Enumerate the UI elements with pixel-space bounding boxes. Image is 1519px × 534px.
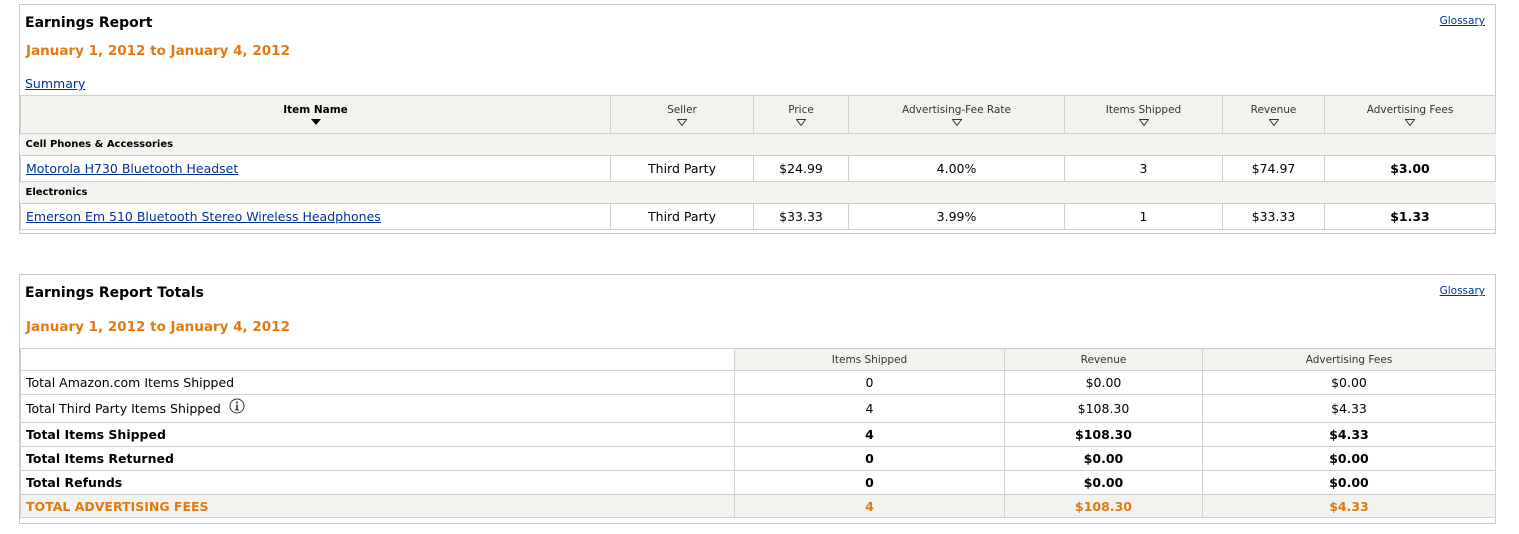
column-header-items-shipped[interactable]: Items Shipped [1064,95,1223,134]
totals-revenue-cell: $0.00 [1004,470,1203,495]
totals-items-shipped-cell: 4 [734,422,1005,447]
totals-row-advertising-fees: TOTAL ADVERTISING FEES 4 $108.30 $4.33 [20,494,1496,518]
column-header-item-name[interactable]: Item Name [20,95,611,134]
column-header-seller[interactable]: Seller [610,95,754,134]
column-header-revenue[interactable]: Revenue [1222,95,1325,134]
totals-advertising-fees-cell: $4.33 [1202,394,1496,423]
totals-row-label: Total Amazon.com Items Shipped [20,370,735,395]
totals-revenue-cell: $108.30 [1004,394,1203,423]
column-label: Item Name [283,104,348,116]
totals-column-items-shipped: Items Shipped [734,348,1005,371]
totals-header-row: Items Shipped Revenue Advertising Fees [20,348,1496,371]
earnings-table: Item Name Seller Price Advertising-Fee R… [20,95,1496,230]
totals-items-shipped-cell: 4 [734,394,1005,423]
totals-revenue-cell: $0.00 [1004,370,1203,395]
sort-desc-outline-icon [1268,118,1279,126]
seller-cell: Third Party [610,155,754,182]
sort-desc-filled-icon [310,119,321,125]
totals-items-shipped-cell: 4 [734,494,1005,518]
totals-row-items-shipped: Total Items Shipped 4 $108.30 $4.33 [20,422,1496,447]
column-label: Revenue [1250,103,1297,116]
totals-advertising-fees-cell: $0.00 [1202,470,1496,495]
totals-column-revenue: Revenue [1004,348,1203,371]
sort-desc-outline-icon [796,118,806,126]
totals-row-refunds: Total Refunds 0 $0.00 $0.00 [20,470,1496,495]
column-label: Advertising Fees [1366,103,1454,116]
totals-date-range: January 1, 2012 to January 4, 2012 [26,319,290,335]
table-row: Emerson Em 510 Bluetooth Stereo Wireless… [20,203,1496,230]
totals-row-label: TOTAL ADVERTISING FEES [20,494,735,518]
totals-header-blank [20,348,735,371]
totals-row-third-party-items: Total Third Party Items Shipped 4 $108.3… [20,394,1496,423]
column-label: Price [788,103,814,116]
totals-row-label: Total Refunds [20,470,735,495]
items-shipped-cell: 3 [1064,155,1223,182]
totals-items-shipped-cell: 0 [734,446,1005,471]
category-label: Electronics [20,181,1496,204]
totals-row-label: Total Items Shipped [20,422,735,447]
report-title: Earnings Report [25,15,153,31]
report-glossary-link[interactable]: Glossary [1440,15,1485,27]
category-row: Electronics [20,181,1496,204]
table-row: Motorola H730 Bluetooth Headset Third Pa… [20,155,1496,182]
totals-row-amazon-items: Total Amazon.com Items Shipped 0 $0.00 $… [20,370,1496,395]
category-row: Cell Phones & Accessories [20,133,1496,156]
totals-row-items-returned: Total Items Returned 0 $0.00 $0.00 [20,446,1496,471]
sort-desc-outline-icon [1405,118,1415,126]
totals-items-shipped-cell: 0 [734,470,1005,495]
earnings-totals-panel: Earnings Report Totals Glossary January … [19,274,1496,524]
table-header-row: Item Name Seller Price Advertising-Fee R… [20,95,1496,134]
totals-advertising-fees-cell: $0.00 [1202,370,1496,395]
fee-rate-cell: 4.00% [848,155,1065,182]
revenue-cell: $33.33 [1222,203,1325,230]
price-cell: $33.33 [753,203,849,230]
totals-title: Earnings Report Totals [25,285,204,301]
revenue-cell: $74.97 [1222,155,1325,182]
item-name-link[interactable]: Emerson Em 510 Bluetooth Stereo Wireless… [26,209,381,224]
totals-advertising-fees-cell: $4.33 [1202,422,1496,447]
advertising-fees-cell: $1.33 [1324,203,1496,230]
column-header-price[interactable]: Price [753,95,849,134]
item-name-cell: Motorola H730 Bluetooth Headset [20,155,611,182]
item-name-cell: Emerson Em 510 Bluetooth Stereo Wireless… [20,203,611,230]
totals-revenue-cell: $108.30 [1004,422,1203,447]
totals-advertising-fees-cell: $0.00 [1202,446,1496,471]
fee-rate-cell: 3.99% [848,203,1065,230]
info-icon[interactable] [229,398,245,417]
column-label: Seller [667,103,697,116]
column-label: Items Shipped [1105,103,1182,116]
price-cell: $24.99 [753,155,849,182]
column-header-advertising-fees[interactable]: Advertising Fees [1324,95,1496,134]
totals-row-label: Total Items Returned [20,446,735,471]
totals-row-label-cell: Total Third Party Items Shipped [20,394,735,423]
totals-column-advertising-fees: Advertising Fees [1202,348,1496,371]
column-header-fee-rate[interactable]: Advertising-Fee Rate [848,95,1065,134]
seller-cell: Third Party [610,203,754,230]
totals-table: Items Shipped Revenue Advertising Fees T… [20,348,1496,518]
items-shipped-cell: 1 [1064,203,1223,230]
totals-revenue-cell: $0.00 [1004,446,1203,471]
sort-desc-outline-icon [1138,118,1149,126]
earnings-report-panel: Earnings Report Glossary January 1, 2012… [19,4,1496,234]
sort-desc-outline-icon [951,118,962,126]
totals-advertising-fees-cell: $4.33 [1202,494,1496,518]
summary-link[interactable]: Summary [25,76,85,91]
category-label: Cell Phones & Accessories [20,133,1496,156]
sort-desc-outline-icon [677,118,687,126]
totals-row-label: Total Third Party Items Shipped [26,400,221,416]
totals-glossary-link[interactable]: Glossary [1440,285,1485,297]
totals-revenue-cell: $108.30 [1004,494,1203,518]
advertising-fees-cell: $3.00 [1324,155,1496,182]
column-label: Advertising-Fee Rate [902,103,1011,116]
report-date-range: January 1, 2012 to January 4, 2012 [26,43,290,59]
item-name-link[interactable]: Motorola H730 Bluetooth Headset [26,161,238,176]
totals-items-shipped-cell: 0 [734,370,1005,395]
